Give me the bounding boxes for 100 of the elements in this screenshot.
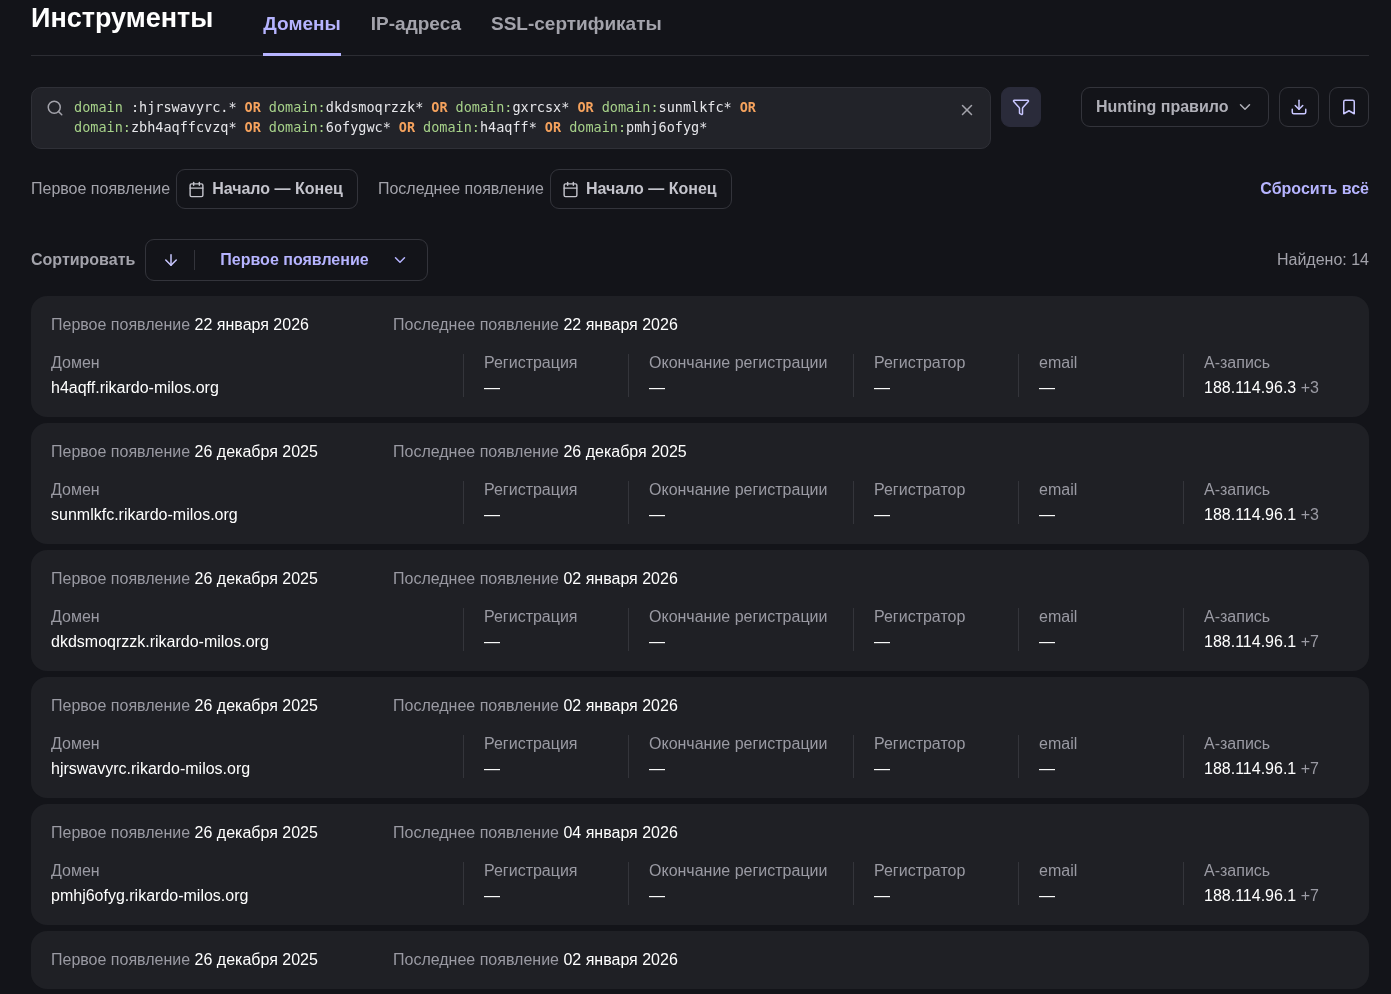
query-operator: OR [739, 99, 756, 115]
field-label: Регистратор [874, 735, 967, 753]
filter-button[interactable] [1001, 87, 1041, 127]
sort-field-dropdown[interactable]: Первое появление [195, 251, 427, 269]
search-field[interactable]: domain :hjrswavyrc.* OR domain:dkdsmoqrzzk* OR domain:gxrcsx* OR domain:sunmlkfc* OR domain:zbh4aqffcvzq* OR domain:6ofygwc* OR domain:h4aqff* OR domain:pmhj6ofyg* [31, 87, 992, 149]
query-operator: OR [544, 119, 562, 135]
field-label: Домен [51, 608, 101, 626]
query-field: domain: [268, 119, 326, 135]
field-label: A-запись [1204, 735, 1272, 753]
field-label: Регистратор [874, 354, 967, 372]
field-label: A-запись [1204, 608, 1272, 626]
query-field: domain: [601, 99, 659, 115]
query-field: domain: [455, 99, 513, 115]
field-label: Домен [51, 862, 101, 880]
sort-label: Сортировать [31, 251, 136, 269]
field-label: Домен [51, 354, 101, 372]
hunting-rule-dropdown[interactable]: Hunting правило [1080, 87, 1270, 127]
field-value: — [484, 379, 501, 397]
field-label: A-запись [1204, 862, 1272, 880]
field-value: pmhj6ofyg.rikardo-milos.org [51, 887, 250, 905]
field-label: Регистратор [874, 862, 967, 880]
last-seen: Последнее появление 02 января 2026 [393, 951, 679, 969]
field-value: — [874, 506, 891, 524]
field-value: — [1039, 887, 1056, 905]
page-title: Инструменты [31, 2, 214, 34]
query-operator: OR [244, 99, 261, 115]
field-label: Домен [51, 481, 101, 499]
field-label: Домен [51, 735, 101, 753]
download-button[interactable] [1279, 87, 1320, 127]
query-operator: OR [244, 119, 261, 135]
calendar-icon [561, 180, 579, 198]
filter-icon [1012, 98, 1030, 116]
query-value: gxrcsx* [512, 99, 570, 115]
field-value: dkdsmoqrzzk.rikardo-milos.org [51, 633, 270, 651]
field-value: h4aqff.rikardo-milos.org [51, 379, 220, 397]
first-seen: Первое появление 26 декабря 2025 [51, 443, 319, 461]
field-value: 188.114.96.1 +7 [1204, 760, 1320, 778]
bookmark-button[interactable] [1329, 87, 1369, 127]
reset-link[interactable]: Сбросить всё [1260, 180, 1369, 198]
query-field: domain: [268, 99, 326, 115]
field-value: — [874, 379, 891, 397]
field-value: 188.114.96.1 +7 [1204, 887, 1320, 905]
field-value: — [1039, 506, 1056, 524]
field-value: — [484, 887, 501, 905]
field-value: — [874, 633, 891, 651]
last-seen: Последнее появление 02 января 2026 [393, 570, 679, 588]
last-seen: Последнее появление 26 декабря 2025 [393, 443, 688, 461]
first-seen: Первое появление 26 декабря 2025 [51, 951, 319, 969]
last-seen: Последнее появление 22 января 2026 [393, 316, 679, 334]
field-label: Окончание регистрации [649, 481, 829, 499]
query-value: h4aqff* [479, 119, 537, 135]
field-value: — [484, 760, 501, 778]
field-label: email [1039, 481, 1079, 499]
query-operator: OR [577, 99, 594, 115]
query-field: domain: [569, 119, 627, 135]
field-label: Регистрация [484, 608, 579, 626]
field-value: — [649, 760, 666, 778]
field-value: — [649, 887, 666, 905]
field-value: — [874, 887, 891, 905]
first-seen: Первое появление 22 января 2026 [51, 316, 310, 334]
tab[interactable]: SSL-сертификаты [491, 5, 662, 56]
field-label: Окончание регистрации [649, 862, 829, 880]
search-icon [46, 99, 64, 117]
field-value: — [1039, 633, 1056, 651]
query-field: domain: [74, 119, 131, 135]
field-label: email [1039, 354, 1079, 372]
query-operator: OR [431, 99, 448, 115]
date-range-button[interactable]: Начало — Конец [176, 169, 358, 209]
field-label: Окончание регистрации [649, 354, 829, 372]
field-label: Регистратор [874, 481, 967, 499]
date-range-button[interactable]: Начало — Конец [549, 169, 732, 209]
query-operator: OR [398, 119, 416, 135]
field-value: — [649, 379, 666, 397]
field-value: — [1039, 760, 1056, 778]
field-label: Окончание регистрации [649, 608, 829, 626]
last-seen: Последнее появление 02 января 2026 [393, 697, 679, 715]
field-value: sunmlkfc.rikardo-milos.org [51, 506, 239, 524]
field-value: — [649, 633, 666, 651]
calendar-icon [188, 180, 206, 198]
field-value: — [1039, 379, 1056, 397]
query-value: zbh4aqffcvzq* [130, 119, 237, 135]
last-seen: Последнее появление 04 января 2026 [393, 824, 679, 842]
query-value: 6ofygwc* [325, 119, 391, 135]
field-value: — [649, 506, 666, 524]
field-label: email [1039, 735, 1079, 753]
field-label: A-запись [1204, 354, 1272, 372]
first-seen: Первое появление 26 декабря 2025 [51, 570, 319, 588]
field-value: 188.114.96.1 +7 [1204, 633, 1320, 651]
field-value: — [484, 633, 501, 651]
field-label: email [1039, 862, 1079, 880]
field-label: Регистрация [484, 354, 579, 372]
query-value: :hjrswavyrc.* [129, 99, 237, 115]
field-label: Окончание регистрации [649, 735, 829, 753]
first-seen: Первое появление 26 декабря 2025 [51, 697, 319, 715]
field-label: Регистратор [874, 608, 967, 626]
field-value: — [484, 506, 501, 524]
query-value: sunmlkfc* [658, 99, 732, 115]
filter-label: Последнее появление [377, 180, 544, 198]
tab[interactable]: Домены [263, 5, 341, 56]
tab[interactable]: IP-адреса [370, 5, 461, 56]
